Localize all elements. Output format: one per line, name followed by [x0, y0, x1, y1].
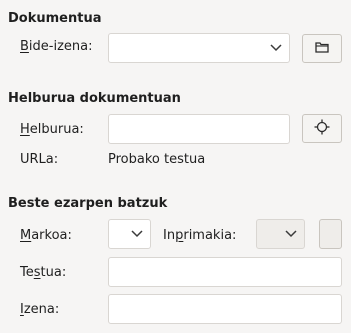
target-input[interactable] — [108, 114, 290, 144]
target-icon — [314, 119, 330, 139]
section-title-document: Dokumentua — [8, 11, 102, 26]
mark-label-post: arkoa: — [31, 228, 72, 243]
text-label: Testua: — [20, 265, 66, 281]
target-label-key: H — [20, 122, 30, 137]
mark-dropdown[interactable] — [108, 219, 151, 249]
text-label-post: tua: — [40, 265, 67, 280]
open-file-button[interactable] — [302, 34, 342, 63]
target-label-rest: elburua: — [29, 122, 84, 137]
target-label: Helburua: — [20, 122, 84, 138]
text-input[interactable] — [108, 257, 342, 287]
url-label: URLa: — [20, 152, 59, 167]
mark-label-key: M — [20, 228, 32, 243]
format-extra-button[interactable] — [319, 219, 342, 249]
folder-icon — [315, 41, 329, 57]
frame-name-label: Bide-izena: — [20, 39, 93, 55]
name-label: Izena: — [20, 302, 59, 318]
frame-name-dropdown[interactable] — [108, 33, 290, 63]
chevron-down-icon — [131, 227, 143, 242]
format-dropdown[interactable] — [256, 219, 305, 249]
text-label-pre: Te — [20, 265, 34, 280]
format-label: Inprimakia: — [163, 228, 236, 244]
name-label-post: zena: — [23, 302, 60, 317]
target-picker-button[interactable] — [302, 114, 342, 143]
name-input[interactable] — [108, 294, 342, 324]
format-label-post: rimakia: — [183, 228, 237, 243]
frame-name-label-rest: ide-izena: — [28, 39, 93, 54]
chevron-down-icon — [270, 41, 282, 56]
mark-label: Markoa: — [20, 228, 72, 244]
url-value: Probako testua — [108, 152, 206, 167]
format-label-pre: In — [163, 228, 176, 243]
section-title-further-settings: Beste ezarpen batzuk — [8, 196, 168, 211]
section-title-link: Helburua dokumentuan — [8, 91, 181, 106]
chevron-down-icon — [285, 227, 297, 242]
frame-name-label-key: B — [20, 39, 29, 54]
text-label-key: s — [33, 265, 41, 280]
